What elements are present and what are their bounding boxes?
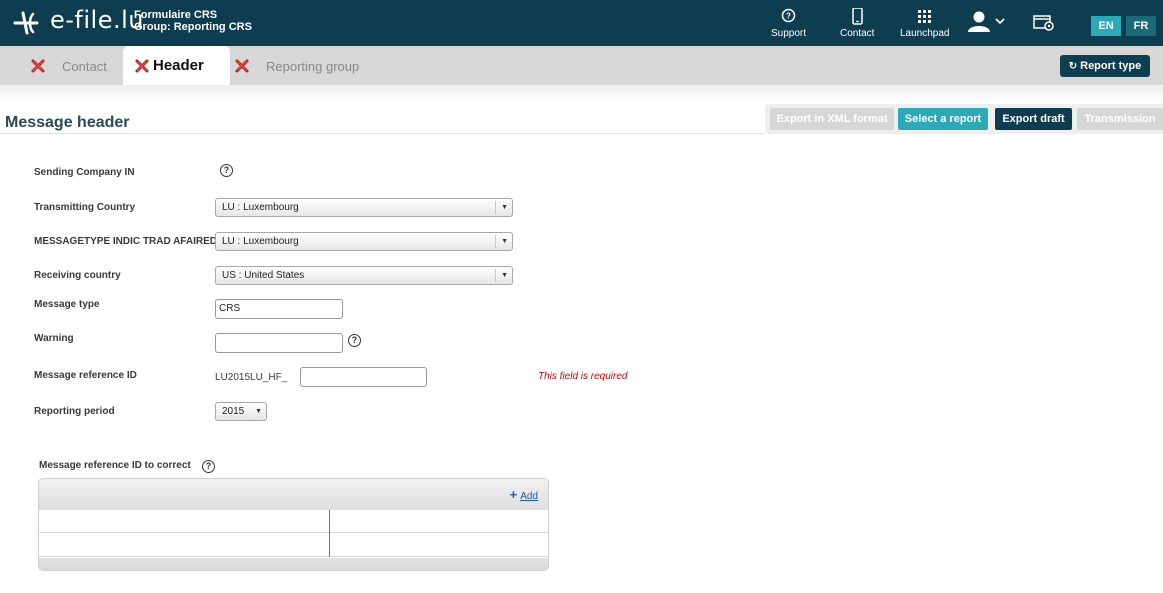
action-toolbar: Export in XML format Select a report Exp… xyxy=(765,104,1163,134)
table-cell[interactable] xyxy=(330,534,548,557)
table-header: + Add xyxy=(39,479,548,510)
message-type-label: Message type xyxy=(34,299,100,310)
help-icon[interactable]: ? xyxy=(348,334,361,347)
nav-contact-label: Contact xyxy=(840,28,875,39)
transmitting-country-select[interactable]: LU : Luxembourg ▼ xyxy=(215,198,513,217)
title-divider xyxy=(0,133,765,134)
top-bar: e-file.lu Formulaire CRS Group: Reportin… xyxy=(0,0,1163,46)
tab-bar-shadow xyxy=(0,85,1163,101)
help-icon[interactable]: ? xyxy=(202,460,215,473)
transmitting-country-label: Transmitting Country xyxy=(34,202,136,213)
error-x-icon xyxy=(135,59,149,73)
nav-launchpad-label: Launchpad xyxy=(900,28,950,39)
phone-icon xyxy=(851,8,863,25)
brand-name[interactable]: e-file.lu xyxy=(50,6,144,34)
messagetype-indic-value: LU : Luxembourg xyxy=(222,236,299,247)
page-title: Message header xyxy=(5,114,130,131)
messagetype-indic-select[interactable]: LU : Luxembourg ▼ xyxy=(215,232,513,251)
error-x-icon xyxy=(31,59,45,73)
receiving-country-select[interactable]: US : United States ▼ xyxy=(215,266,513,285)
required-error-message: This field is required xyxy=(538,371,628,382)
tab-contact[interactable]: Contact xyxy=(30,46,115,85)
add-label: Add xyxy=(520,491,538,502)
sending-company-label: Sending Company IN xyxy=(34,167,135,178)
export-draft-button[interactable]: Export draft xyxy=(995,108,1072,130)
refresh-icon: ↻ xyxy=(1068,61,1078,72)
column-divider xyxy=(329,510,330,557)
window-settings-icon xyxy=(1033,15,1054,31)
message-reference-id-prefix: LU2015LU_HF_ xyxy=(215,372,288,383)
svg-text:?: ? xyxy=(786,12,791,21)
nav-launchpad[interactable]: Launchpad xyxy=(900,8,950,39)
form-name: Formulaire CRS xyxy=(134,9,218,21)
report-type-label: Report type xyxy=(1080,60,1142,72)
window-settings-button[interactable] xyxy=(1033,14,1055,32)
table-row xyxy=(39,534,548,557)
message-reference-id-input[interactable] xyxy=(300,367,427,387)
transmission-button[interactable]: Transmission xyxy=(1077,108,1163,130)
efile-logo-icon xyxy=(13,11,39,35)
language-fr[interactable]: FR xyxy=(1126,16,1156,36)
receiving-country-value: US : United States xyxy=(222,270,305,281)
error-x-icon xyxy=(235,59,249,73)
warning-label: Warning xyxy=(34,333,74,344)
table-footer xyxy=(39,558,548,570)
nav-support-label: Support xyxy=(771,28,807,39)
tab-header[interactable]: Header xyxy=(123,46,230,85)
select-report-button[interactable]: Select a report xyxy=(898,108,988,130)
table-cell[interactable] xyxy=(39,534,329,557)
tab-reporting-group-label: Reporting group xyxy=(266,59,360,74)
tab-header-label: Header xyxy=(153,57,204,74)
select-divider xyxy=(495,235,496,248)
export-xml-button[interactable]: Export in XML format xyxy=(770,108,894,130)
help-icon[interactable]: ? xyxy=(220,164,233,177)
correction-label: Message reference ID to correct xyxy=(39,460,191,471)
report-type-button[interactable]: ↻ Report type xyxy=(1060,55,1150,77)
grid-icon xyxy=(918,10,932,23)
select-divider xyxy=(495,269,496,282)
chevron-down-icon: ▼ xyxy=(255,408,262,415)
correction-table: + Add xyxy=(38,478,549,571)
plus-icon: + xyxy=(509,487,518,502)
group-name: Group: Reporting CRS xyxy=(134,21,252,33)
user-menu[interactable] xyxy=(966,10,1006,34)
messagetype-indic-label: MESSAGETYPE INDIC TRAD AFAIRED xyxy=(34,236,217,247)
message-type-input[interactable]: CRS xyxy=(215,299,343,319)
transmitting-country-value: LU : Luxembourg xyxy=(222,202,299,213)
chevron-down-icon: ▼ xyxy=(501,272,508,279)
reporting-period-value: 2015 xyxy=(222,406,245,417)
nav-support[interactable]: ? Support xyxy=(771,8,806,39)
user-icon xyxy=(968,11,1005,32)
reporting-period-label: Reporting period xyxy=(34,406,115,417)
chevron-down-icon: ▼ xyxy=(501,238,508,245)
reporting-period-select[interactable]: 2015 ▼ xyxy=(215,402,267,421)
nav-contact[interactable]: Contact xyxy=(840,8,874,39)
select-divider xyxy=(495,201,496,214)
language-en[interactable]: EN xyxy=(1091,16,1121,36)
add-button[interactable]: + Add xyxy=(510,487,538,502)
help-circle-icon: ? xyxy=(781,8,796,23)
tab-contact-label: Contact xyxy=(62,59,107,74)
table-cell[interactable] xyxy=(39,510,329,533)
tab-bar: Contact Header Reporting group ↻ Report t… xyxy=(0,46,1163,85)
table-row xyxy=(39,510,548,533)
chevron-down-icon: ▼ xyxy=(501,204,508,211)
receiving-country-label: Receiving country xyxy=(34,270,121,281)
form-title: Formulaire CRS Group: Reporting CRS xyxy=(134,9,252,33)
table-cell[interactable] xyxy=(330,510,548,533)
message-reference-id-label: Message reference ID xyxy=(34,370,137,381)
warning-input[interactable] xyxy=(215,333,343,353)
tab-reporting-group[interactable]: Reporting group xyxy=(234,46,364,85)
